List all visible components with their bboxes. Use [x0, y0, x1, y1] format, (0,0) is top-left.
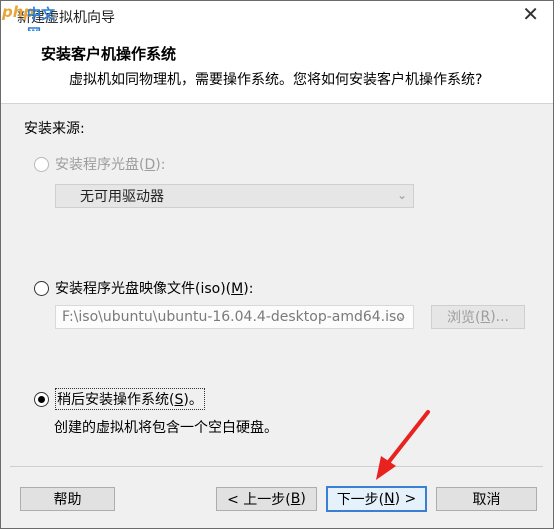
- drive-select[interactable]: 无可用驱动器 ⌄: [55, 184, 414, 208]
- install-later-description: 创建的虚拟机将包含一个空白硬盘。: [54, 420, 278, 436]
- install-source-panel: 安装来源: 安装程序光盘(D): 无可用驱动器 ⌄ 安装程序光盘映像文件(iso…: [10, 104, 543, 467]
- radio-label-iso: 安装程序光盘映像文件(iso)(M):: [55, 281, 254, 297]
- iso-path-input[interactable]: F:\iso\ubuntu\ubuntu-16.04.4-desktop-amd…: [55, 305, 414, 329]
- cancel-button[interactable]: 取消: [436, 487, 537, 511]
- radio-button[interactable]: [34, 391, 49, 407]
- radio-installer-disc[interactable]: 安装程序光盘(D):: [34, 154, 165, 174]
- page-title: 安装客户机操作系统: [41, 45, 177, 63]
- next-button[interactable]: 下一步(N) >: [326, 486, 427, 512]
- chevron-down-icon: ⌄: [396, 309, 407, 323]
- help-button[interactable]: 帮助: [20, 487, 115, 511]
- iso-path-value: F:\iso\ubuntu\ubuntu-16.04.4-desktop-amd…: [62, 309, 405, 325]
- browse-button[interactable]: 浏览(R)...: [431, 305, 525, 329]
- chevron-down-icon: ⌄: [396, 188, 407, 202]
- radio-install-later[interactable]: 稍后安装操作系统(S)。: [34, 388, 205, 410]
- radio-button[interactable]: [34, 156, 49, 172]
- radio-label-disc: 安装程序光盘(D):: [55, 157, 166, 173]
- page-subtitle: 虚拟机如同物理机，需要操作系统。您将如何安装客户机操作系统?: [69, 72, 483, 88]
- install-source-label: 安装来源:: [24, 121, 85, 137]
- title-bar[interactable]: 新建虚拟机向导 php 中文网 ✕: [1, 1, 553, 43]
- new-vm-wizard-window: 新建虚拟机向导 php 中文网 ✕ 安装客户机操作系统 虚拟机如同物理机，需要操…: [0, 0, 554, 529]
- radio-label-later: 稍后安装操作系统(S)。: [55, 388, 205, 410]
- wizard-header: 安装客户机操作系统 虚拟机如同物理机，需要操作系统。您将如何安装客户机操作系统?: [1, 31, 553, 104]
- watermark-logo: php 中文网: [1, 1, 55, 43]
- radio-button[interactable]: [34, 280, 49, 296]
- drive-select-value: 无可用驱动器: [80, 189, 164, 205]
- radio-iso-image[interactable]: 安装程序光盘映像文件(iso)(M):: [34, 278, 253, 298]
- close-icon[interactable]: ✕: [522, 4, 539, 24]
- back-button[interactable]: < 上一步(B): [216, 487, 317, 511]
